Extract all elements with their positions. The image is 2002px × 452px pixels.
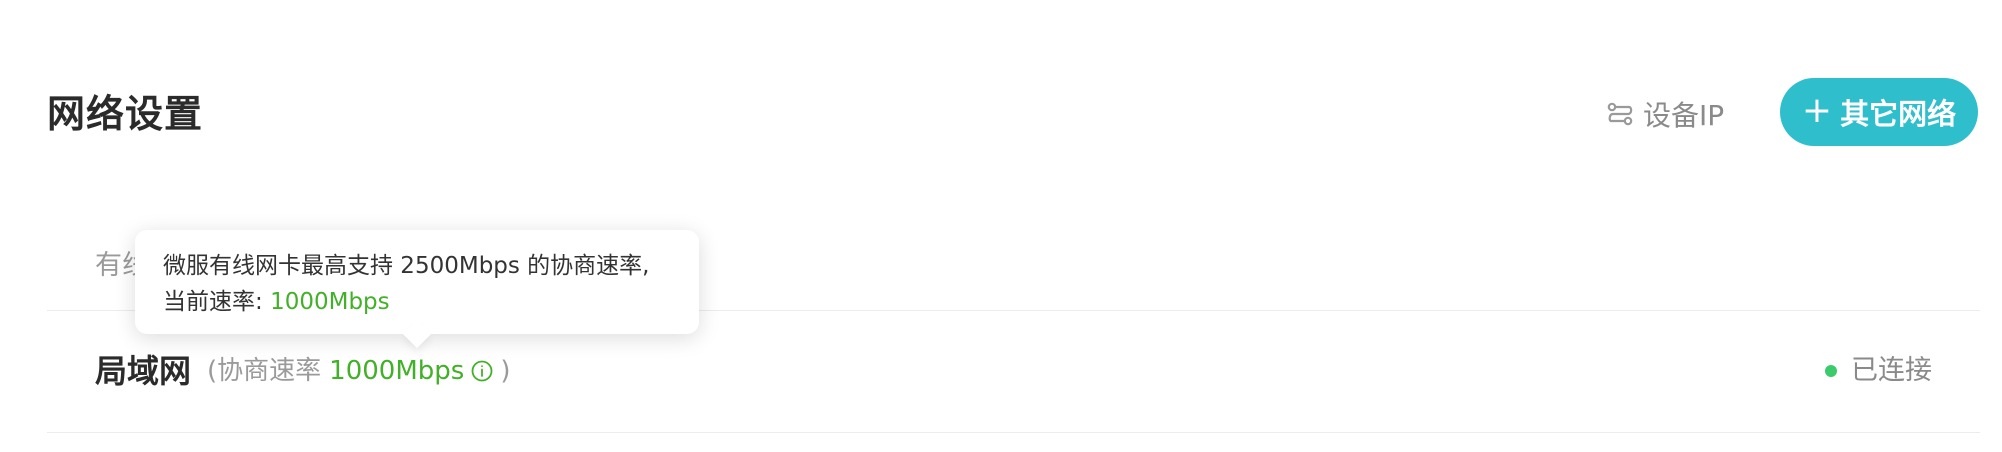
network-name: 局域网 (95, 352, 192, 390)
negotiated-speed: (协商速率 1000Mbps ) (207, 353, 510, 389)
speed-value: 1000Mbps (329, 356, 465, 386)
device-ip-button[interactable]: 设备IP (1605, 92, 1724, 136)
tooltip-current-speed-value: 1000Mbps (270, 289, 390, 315)
settings-sliders-icon (1605, 99, 1635, 129)
tooltip-line-2: 当前速率: 1000Mbps (163, 284, 671, 320)
status-dot-icon (1825, 365, 1837, 377)
speed-suffix: ) (500, 356, 511, 386)
info-icon[interactable] (470, 359, 494, 383)
other-network-label: 其它网络 (1840, 97, 1957, 131)
add-other-network-button[interactable]: + 其它网络 (1780, 78, 1978, 146)
tooltip-line-1: 微服有线网卡最高支持 2500Mbps 的协商速率, (163, 253, 650, 279)
connection-status: 已连接 (1825, 353, 1932, 389)
network-settings-page: 网络设置 设备IP + 其它网络 有线网络 局域网 (协商速率 1000Mbps (0, 0, 2002, 452)
divider (47, 432, 1980, 433)
device-ip-label: 设备IP (1643, 99, 1725, 132)
status-label: 已连接 (1851, 355, 1932, 386)
speed-prefix: (协商速率 (207, 356, 322, 386)
page-title: 网络设置 (47, 92, 204, 136)
plus-icon: + (1801, 89, 1833, 131)
tooltip-current-speed-label: 当前速率: (163, 289, 263, 315)
speed-tooltip: 微服有线网卡最高支持 2500Mbps 的协商速率, 当前速率: 1000Mbp… (135, 230, 699, 349)
